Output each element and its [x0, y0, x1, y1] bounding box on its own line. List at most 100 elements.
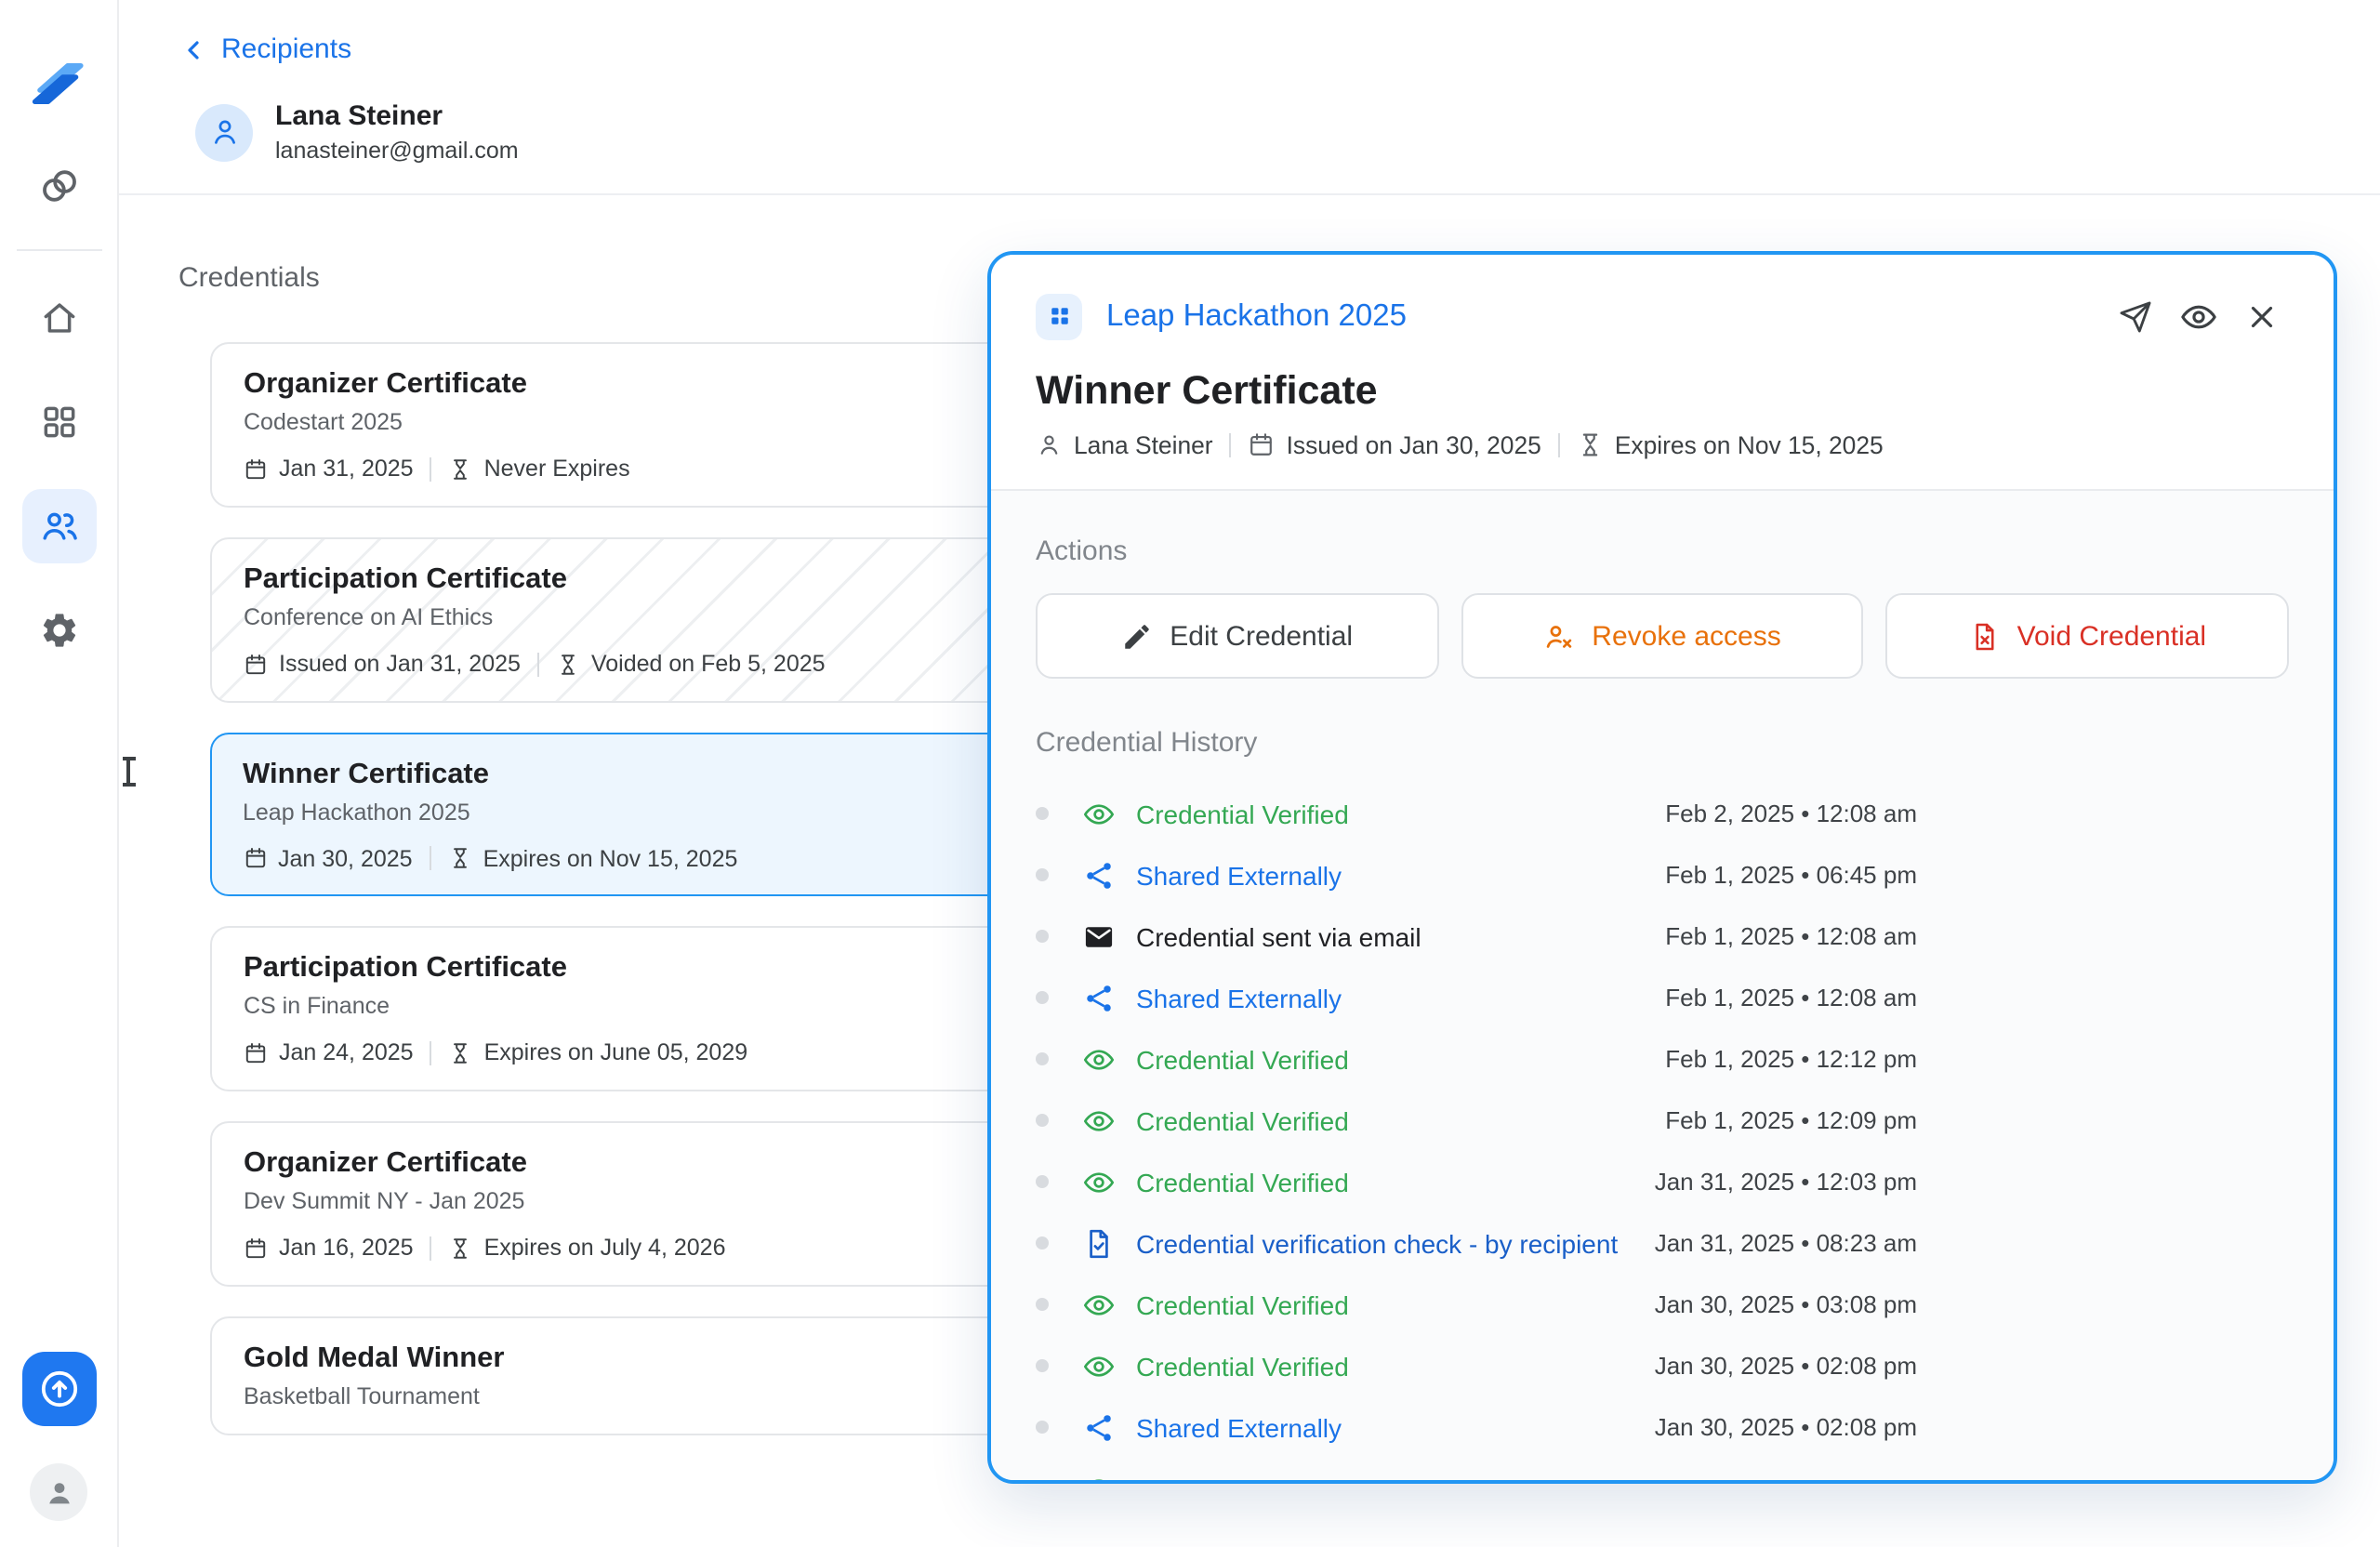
- history-event-label: Credential Verified: [1136, 1351, 1349, 1381]
- meta-issued: Issued on Jan 30, 2025: [1287, 431, 1541, 459]
- history-event-label: Shared Externally: [1136, 860, 1342, 890]
- file-x-icon: [1969, 620, 2001, 652]
- actions-row: Edit Credential Revoke access Void Credent…: [1036, 593, 2289, 679]
- meta-separator: [430, 456, 432, 481]
- grid-badge-icon: [1046, 303, 1072, 329]
- history-timestamp: Feb 1, 2025 • 12:08 am: [1665, 984, 1917, 1012]
- eye-icon: [1082, 1042, 1116, 1076]
- chevron-left-icon: [178, 34, 208, 64]
- recipients-icon: [38, 506, 79, 547]
- preview-credential-button[interactable]: [2166, 288, 2229, 344]
- mail-icon: [1082, 919, 1116, 953]
- timeline-dot: [1036, 1421, 1049, 1434]
- upload-button[interactable]: [21, 1352, 96, 1426]
- hourglass-icon: [556, 652, 580, 676]
- history-item: Shared Externally Feb 1, 2025 • 06:45 pm: [1036, 844, 1917, 906]
- eye-icon: [1082, 1104, 1116, 1137]
- meta-expires: Expires on Nov 15, 2025: [1615, 431, 1884, 459]
- void-credential-button[interactable]: Void Credential: [1886, 593, 2289, 679]
- credential-expiry: Never Expires: [484, 456, 630, 482]
- history-item: Credential Verified: [1036, 1458, 1917, 1480]
- campaign-badge: [1036, 293, 1082, 339]
- share-icon: [1082, 858, 1116, 892]
- sidebar-divider: [16, 249, 101, 251]
- history-event-label: Credential Verified: [1136, 799, 1349, 828]
- calendar-icon: [1249, 432, 1276, 459]
- sidebar-item-settings[interactable]: [21, 593, 96, 668]
- history-event-label: Credential Verified: [1136, 1289, 1349, 1319]
- hourglass-icon: [448, 846, 472, 870]
- credential-expiry: Expires on Nov 15, 2025: [483, 845, 738, 871]
- rings-icon[interactable]: [36, 164, 81, 208]
- revoke-access-label: Revoke access: [1592, 620, 1780, 652]
- person-icon: [207, 115, 241, 149]
- history-item: Credential verification check - by recip…: [1036, 1212, 1917, 1274]
- history-event-label: Credential Verified: [1136, 1167, 1349, 1197]
- sidebar-item-home[interactable]: [21, 281, 96, 355]
- history-timestamp: Jan 30, 2025 • 03:08 pm: [1655, 1290, 1917, 1318]
- home-icon: [38, 298, 79, 338]
- sidebar-nav: [21, 281, 96, 668]
- history-timestamp: Jan 31, 2025 • 08:23 am: [1655, 1229, 1917, 1257]
- revoke-access-button[interactable]: Revoke access: [1461, 593, 1863, 679]
- history-section-label: Credential History: [1036, 727, 2289, 759]
- timeline-dot: [1036, 1052, 1049, 1065]
- timeline-dot: [1036, 1114, 1049, 1127]
- timeline-dot: [1036, 930, 1049, 943]
- meta-separator: [430, 846, 431, 870]
- apps-icon: [38, 402, 79, 443]
- credential-expiry: Voided on Feb 5, 2025: [591, 651, 826, 677]
- eye-icon: [1082, 797, 1116, 830]
- history-timestamp: Feb 1, 2025 • 06:45 pm: [1665, 861, 1917, 889]
- sidebar-item-apps[interactable]: [21, 385, 96, 459]
- settings-gear-icon: [38, 610, 79, 651]
- history-item: Shared ExternallyJan 30, 2025 • 02:08 pm: [1036, 1396, 1917, 1458]
- history-timestamp: Feb 1, 2025 • 12:08 am: [1665, 922, 1917, 950]
- share-icon: [1082, 981, 1116, 1014]
- history-item: Shared ExternallyFeb 1, 2025 • 12:08 am: [1036, 967, 1917, 1028]
- calendar-icon: [244, 1236, 268, 1260]
- campaign-link[interactable]: Leap Hackathon 2025: [1106, 298, 1407, 334]
- sidebar-item-recipients[interactable]: [21, 489, 96, 563]
- history-event-label: Credential sent via email: [1136, 921, 1421, 951]
- history-item: Credential Verified Jan 31, 2025 • 12:03 …: [1036, 1151, 1917, 1212]
- app-root: Recipients Lana Steiner lanasteiner@gmai…: [0, 0, 2380, 1547]
- edit-credential-label: Edit Credential: [1170, 620, 1353, 652]
- credential-meta-row: Lana Steiner Issued on Jan 30, 2025 Expi…: [1036, 431, 2293, 459]
- eye-icon: [1082, 1472, 1116, 1480]
- close-panel-button[interactable]: [2229, 288, 2293, 344]
- edit-credential-button[interactable]: Edit Credential: [1036, 593, 1438, 679]
- credential-expiry: Expires on July 4, 2026: [484, 1235, 726, 1261]
- credential-date: Issued on Jan 31, 2025: [279, 651, 521, 677]
- profile-person-icon: [42, 1475, 75, 1509]
- hourglass-icon: [1577, 432, 1604, 459]
- calendar-icon: [243, 846, 267, 870]
- history-event-label: Credential verification check - by recip…: [1136, 1228, 1618, 1258]
- pencil-icon: [1121, 620, 1153, 652]
- hourglass-icon: [449, 456, 473, 481]
- back-link[interactable]: Recipients: [178, 33, 351, 65]
- credential-expiry: Expires on June 05, 2029: [484, 1039, 748, 1065]
- close-icon: [2243, 298, 2279, 334]
- timeline-dot: [1036, 1298, 1049, 1311]
- history-timestamp: Jan 31, 2025 • 12:03 pm: [1655, 1168, 1917, 1196]
- history-event-label: Credential Verified: [1136, 1474, 1349, 1480]
- person-icon: [1036, 432, 1063, 459]
- timeline-dot: [1036, 1359, 1049, 1372]
- account-avatar[interactable]: [30, 1463, 87, 1521]
- history-timestamp: Feb 1, 2025 • 12:12 pm: [1665, 1045, 1917, 1073]
- history-event-label: Credential Verified: [1136, 1044, 1349, 1074]
- void-credential-label: Void Credential: [2017, 620, 2206, 652]
- panel-header: Leap Hackathon 2025 Winner Certificate L…: [991, 255, 2334, 491]
- history-event-label: Credential Verified: [1136, 1105, 1349, 1135]
- timeline-dot: [1036, 807, 1049, 820]
- logo-icon[interactable]: [25, 56, 92, 112]
- meta-separator: [430, 1236, 432, 1260]
- history-timestamp: Feb 2, 2025 • 12:08 am: [1665, 800, 1917, 827]
- recipient-profile: Lana Steiner lanasteiner@gmail.com: [195, 100, 2380, 164]
- history-item: Credential Verified Jan 30, 2025 • 03:08 …: [1036, 1274, 1917, 1335]
- history-item: Credential Verified Feb 1, 2025 • 12:12 p…: [1036, 1028, 1917, 1090]
- person-x-icon: [1543, 620, 1575, 652]
- meta-separator: [430, 1040, 432, 1064]
- send-credential-button[interactable]: [2103, 288, 2166, 344]
